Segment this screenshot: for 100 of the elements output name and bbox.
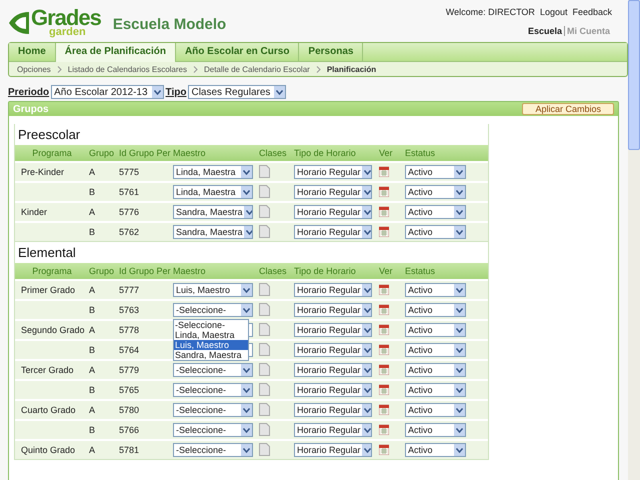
schedule-select[interactable]: Horario Regular bbox=[294, 225, 372, 239]
schedule-select[interactable]: Horario Regular bbox=[294, 165, 372, 179]
calendar-icon[interactable] bbox=[379, 206, 389, 216]
schedule-select[interactable]: Horario Regular bbox=[294, 423, 372, 437]
caret-icon bbox=[246, 210, 252, 214]
caret-icon bbox=[456, 368, 463, 372]
dropdown-option[interactable]: Sandra, Maestra bbox=[174, 350, 248, 360]
chevron-icon bbox=[192, 66, 198, 72]
status-select[interactable]: Activo bbox=[405, 283, 466, 297]
column-header: Programa bbox=[32, 266, 72, 276]
teacher-select[interactable]: -Seleccione- bbox=[173, 403, 253, 417]
column-header: Ver bbox=[379, 266, 393, 276]
table-cell: 5780 bbox=[119, 405, 140, 415]
caret-icon bbox=[456, 308, 463, 312]
chevron-icon bbox=[316, 66, 321, 72]
schedule-select[interactable]: Horario Regular bbox=[294, 303, 372, 317]
column-header: Maestro bbox=[173, 148, 206, 158]
calendar-icon[interactable] bbox=[379, 364, 389, 374]
nav-tab[interactable]: Personas bbox=[299, 43, 364, 61]
account-tab[interactable]: Escuela bbox=[526, 26, 564, 36]
status-select[interactable]: Activo bbox=[405, 423, 466, 437]
caret-icon bbox=[243, 368, 250, 372]
caret-icon bbox=[364, 170, 371, 174]
schedule-select[interactable]: Horario Regular bbox=[294, 283, 372, 297]
table-cell: 5781 bbox=[119, 445, 140, 455]
header-link[interactable]: Feedback bbox=[572, 7, 612, 17]
column-header: Id Grupo Per bbox=[119, 148, 171, 158]
schedule-select[interactable]: Horario Regular bbox=[294, 343, 372, 357]
status-select[interactable]: Activo bbox=[405, 363, 466, 377]
dropdown-option[interactable]: Linda, Maestra bbox=[174, 330, 248, 340]
caret-icon bbox=[246, 230, 252, 234]
calendar-icon[interactable] bbox=[379, 186, 389, 196]
teacher-select[interactable]: Linda, Maestra bbox=[173, 185, 253, 199]
status-select[interactable]: Activo bbox=[405, 185, 466, 199]
table-cell-text: Cuarto Grado bbox=[20, 405, 76, 415]
schedule-select[interactable]: Horario Regular bbox=[294, 323, 372, 337]
teacher-select[interactable]: -Seleccione- bbox=[173, 443, 253, 457]
schedule-select[interactable]: Horario Regular bbox=[294, 383, 372, 397]
teacher-select[interactable]: Sandra, Maestra bbox=[173, 205, 253, 219]
column-header: Tipo de Horario bbox=[294, 148, 356, 158]
status-select[interactable]: Activo bbox=[405, 303, 466, 317]
column-header: Maestro bbox=[173, 266, 206, 276]
schedule-select[interactable]: Horario Regular bbox=[294, 403, 372, 417]
schedule-select[interactable]: Horario Regular bbox=[294, 185, 372, 199]
table-cell: B bbox=[89, 345, 96, 355]
table-cell: B bbox=[89, 305, 96, 315]
schedule-select[interactable]: Horario Regular bbox=[294, 443, 372, 457]
teacher-select[interactable]: Linda, Maestra bbox=[173, 165, 253, 179]
teacher-select[interactable]: -Seleccione- bbox=[173, 423, 253, 437]
caret-icon bbox=[456, 230, 463, 234]
nav-tab[interactable]: Año Escolar en Curso bbox=[176, 43, 300, 61]
status-select[interactable]: Activo bbox=[405, 323, 466, 337]
caret-icon bbox=[154, 90, 161, 94]
calendar-icon[interactable] bbox=[379, 284, 389, 294]
calendar-icon[interactable] bbox=[379, 404, 389, 414]
header-link[interactable]: Logout bbox=[540, 7, 568, 17]
calendar-icon[interactable] bbox=[379, 344, 389, 354]
status-select[interactable]: Activo bbox=[405, 383, 466, 397]
caret-icon bbox=[456, 388, 463, 392]
calendar-icon[interactable] bbox=[379, 424, 389, 434]
status-select[interactable]: Activo bbox=[405, 165, 466, 179]
filter-select[interactable]: Clases Regulares bbox=[188, 85, 286, 99]
apply-button[interactable]: Aplicar Cambios bbox=[522, 103, 614, 115]
calendar-icon[interactable] bbox=[379, 166, 389, 176]
caret-icon bbox=[456, 348, 463, 352]
chevron-icon bbox=[56, 66, 62, 72]
scrollbar[interactable] bbox=[628, 0, 640, 480]
teacher-select[interactable]: Sandra, Maestra bbox=[173, 225, 253, 239]
table-cell: 5779 bbox=[119, 365, 140, 375]
schedule-select[interactable]: Horario Regular bbox=[294, 205, 372, 219]
caret-icon bbox=[243, 170, 250, 174]
status-select[interactable]: Activo bbox=[405, 225, 466, 239]
breadcrumb-link[interactable]: Detalle de Calendario Escolar bbox=[204, 64, 310, 74]
leaf-logo-icon bbox=[8, 11, 30, 35]
dropdown-option[interactable]: -Seleccione- bbox=[174, 320, 248, 330]
column-header: Grupo bbox=[89, 148, 114, 158]
status-select[interactable]: Activo bbox=[405, 205, 466, 219]
teacher-select[interactable]: -Seleccione- bbox=[173, 303, 253, 317]
caret-icon bbox=[364, 368, 371, 372]
calendar-icon[interactable] bbox=[379, 384, 389, 394]
column-header: Id Grupo Per bbox=[119, 266, 171, 276]
teacher-select[interactable]: Luis, Maestro bbox=[173, 283, 253, 297]
dropdown-option[interactable]: Luis, Maestro bbox=[174, 340, 248, 350]
calendar-icon[interactable] bbox=[379, 304, 389, 314]
teacher-select[interactable]: -Seleccione- bbox=[173, 383, 253, 397]
filter-select[interactable]: Año Escolar 2012-13 bbox=[51, 85, 164, 99]
panel-title: Grupos bbox=[13, 104, 49, 114]
breadcrumb-link[interactable]: Planificación bbox=[326, 64, 376, 74]
status-select[interactable]: Activo bbox=[405, 343, 466, 357]
calendar-icon[interactable] bbox=[379, 444, 389, 454]
table-cell: 5763 bbox=[119, 305, 140, 315]
calendar-icon[interactable] bbox=[379, 324, 389, 334]
status-select[interactable]: Activo bbox=[405, 443, 466, 457]
status-select[interactable]: Activo bbox=[405, 403, 466, 417]
schedule-select[interactable]: Horario Regular bbox=[294, 363, 372, 377]
teacher-select[interactable]: -Seleccione- bbox=[173, 363, 253, 377]
calendar-icon[interactable] bbox=[379, 226, 389, 236]
nav-tab[interactable]: Área de Planificación bbox=[56, 43, 176, 62]
breadcrumb-link[interactable]: Listado de Calendarios Escolares bbox=[68, 64, 187, 74]
breadcrumb-link[interactable]: Opciones bbox=[17, 64, 51, 74]
